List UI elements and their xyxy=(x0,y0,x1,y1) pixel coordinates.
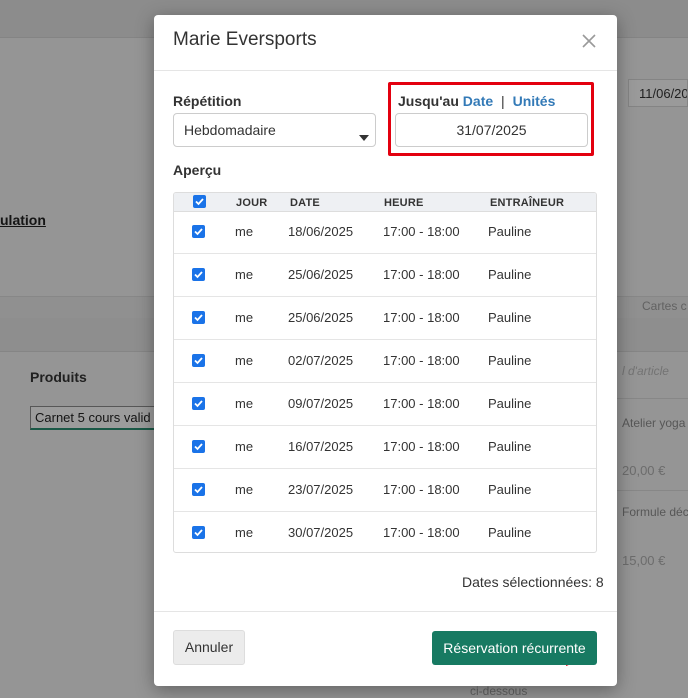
row-time: 17:00 - 18:00 xyxy=(383,224,460,239)
row-coach: Pauline xyxy=(488,310,532,325)
cancel-button[interactable]: Annuler xyxy=(173,630,245,665)
table-row: me 23/07/2025 17:00 - 18:00 Pauline xyxy=(174,470,596,512)
row-date: 25/06/2025 xyxy=(288,310,354,325)
until-option-date[interactable]: Date xyxy=(463,93,493,109)
row-day: me xyxy=(235,310,254,325)
row-coach: Pauline xyxy=(488,224,532,239)
row-day: me xyxy=(235,353,254,368)
row-day: me xyxy=(235,396,254,411)
row-checkbox[interactable] xyxy=(192,483,205,496)
row-checkbox[interactable] xyxy=(192,440,205,453)
until-separator: | xyxy=(501,93,505,109)
until-date-input[interactable]: 31/07/2025 xyxy=(395,113,588,147)
row-day: me xyxy=(235,439,254,454)
row-day: me xyxy=(235,525,254,540)
column-header-date: DATE xyxy=(290,197,320,209)
column-header-time: HEURE xyxy=(384,197,424,209)
row-coach: Pauline xyxy=(488,525,532,540)
until-row: Jusqu'au Date | Unités xyxy=(398,93,555,109)
row-checkbox[interactable] xyxy=(192,526,205,539)
row-coach: Pauline xyxy=(488,482,532,497)
table-row: me 30/07/2025 17:00 - 18:00 Pauline xyxy=(174,513,596,552)
row-coach: Pauline xyxy=(488,267,532,282)
table-row: me 18/06/2025 17:00 - 18:00 Pauline xyxy=(174,212,596,254)
row-date: 18/06/2025 xyxy=(288,224,354,239)
table-header: JOUR DATE HEURE ENTRAÎNEUR xyxy=(174,193,596,212)
row-coach: Pauline xyxy=(488,353,532,368)
repetition-label: Répétition xyxy=(173,93,242,109)
table-row: me 02/07/2025 17:00 - 18:00 Pauline xyxy=(174,341,596,383)
row-time: 17:00 - 18:00 xyxy=(383,267,460,282)
recurring-booking-modal: Marie Eversports Répétition Hebdomadaire… xyxy=(154,15,617,686)
row-coach: Pauline xyxy=(488,396,532,411)
column-header-coach: ENTRAÎNEUR xyxy=(490,197,565,209)
recurring-booking-button[interactable]: Réservation récurrente xyxy=(432,631,597,665)
row-day: me xyxy=(235,267,254,282)
row-date: 30/07/2025 xyxy=(288,525,354,540)
row-time: 17:00 - 18:00 xyxy=(383,525,460,540)
row-checkbox[interactable] xyxy=(192,311,205,324)
row-date: 16/07/2025 xyxy=(288,439,354,454)
until-option-units[interactable]: Unités xyxy=(513,93,556,109)
row-day: me xyxy=(235,482,254,497)
selected-dates-count: Dates sélectionnées: 8 xyxy=(462,574,604,590)
row-date: 25/06/2025 xyxy=(288,267,354,282)
table-row: me 25/06/2025 17:00 - 18:00 Pauline xyxy=(174,255,596,297)
row-coach: Pauline xyxy=(488,439,532,454)
close-icon[interactable] xyxy=(579,31,599,51)
row-date: 02/07/2025 xyxy=(288,353,354,368)
row-time: 17:00 - 18:00 xyxy=(383,353,460,368)
preview-table: JOUR DATE HEURE ENTRAÎNEUR me 18/06/2025… xyxy=(173,192,597,553)
until-label: Jusqu'au xyxy=(398,93,459,109)
column-header-day: JOUR xyxy=(236,197,268,209)
caret-down-icon xyxy=(359,128,369,146)
row-checkbox[interactable] xyxy=(192,397,205,410)
row-time: 17:00 - 18:00 xyxy=(383,439,460,454)
preview-label: Aperçu xyxy=(173,162,222,178)
table-row: me 16/07/2025 17:00 - 18:00 Pauline xyxy=(174,427,596,469)
table-row: me 09/07/2025 17:00 - 18:00 Pauline xyxy=(174,384,596,426)
modal-title: Marie Eversports xyxy=(173,29,317,50)
repetition-select[interactable]: Hebdomadaire xyxy=(173,113,376,147)
modal-header: Marie Eversports xyxy=(154,15,617,71)
row-time: 17:00 - 18:00 xyxy=(383,482,460,497)
table-row: me 25/06/2025 17:00 - 18:00 Pauline xyxy=(174,298,596,340)
select-all-checkbox[interactable] xyxy=(193,195,206,208)
row-checkbox[interactable] xyxy=(192,268,205,281)
repetition-select-value: Hebdomadaire xyxy=(184,122,276,138)
row-checkbox[interactable] xyxy=(192,225,205,238)
row-date: 23/07/2025 xyxy=(288,482,354,497)
row-time: 17:00 - 18:00 xyxy=(383,310,460,325)
row-day: me xyxy=(235,224,254,239)
row-date: 09/07/2025 xyxy=(288,396,354,411)
row-checkbox[interactable] xyxy=(192,354,205,367)
row-time: 17:00 - 18:00 xyxy=(383,396,460,411)
